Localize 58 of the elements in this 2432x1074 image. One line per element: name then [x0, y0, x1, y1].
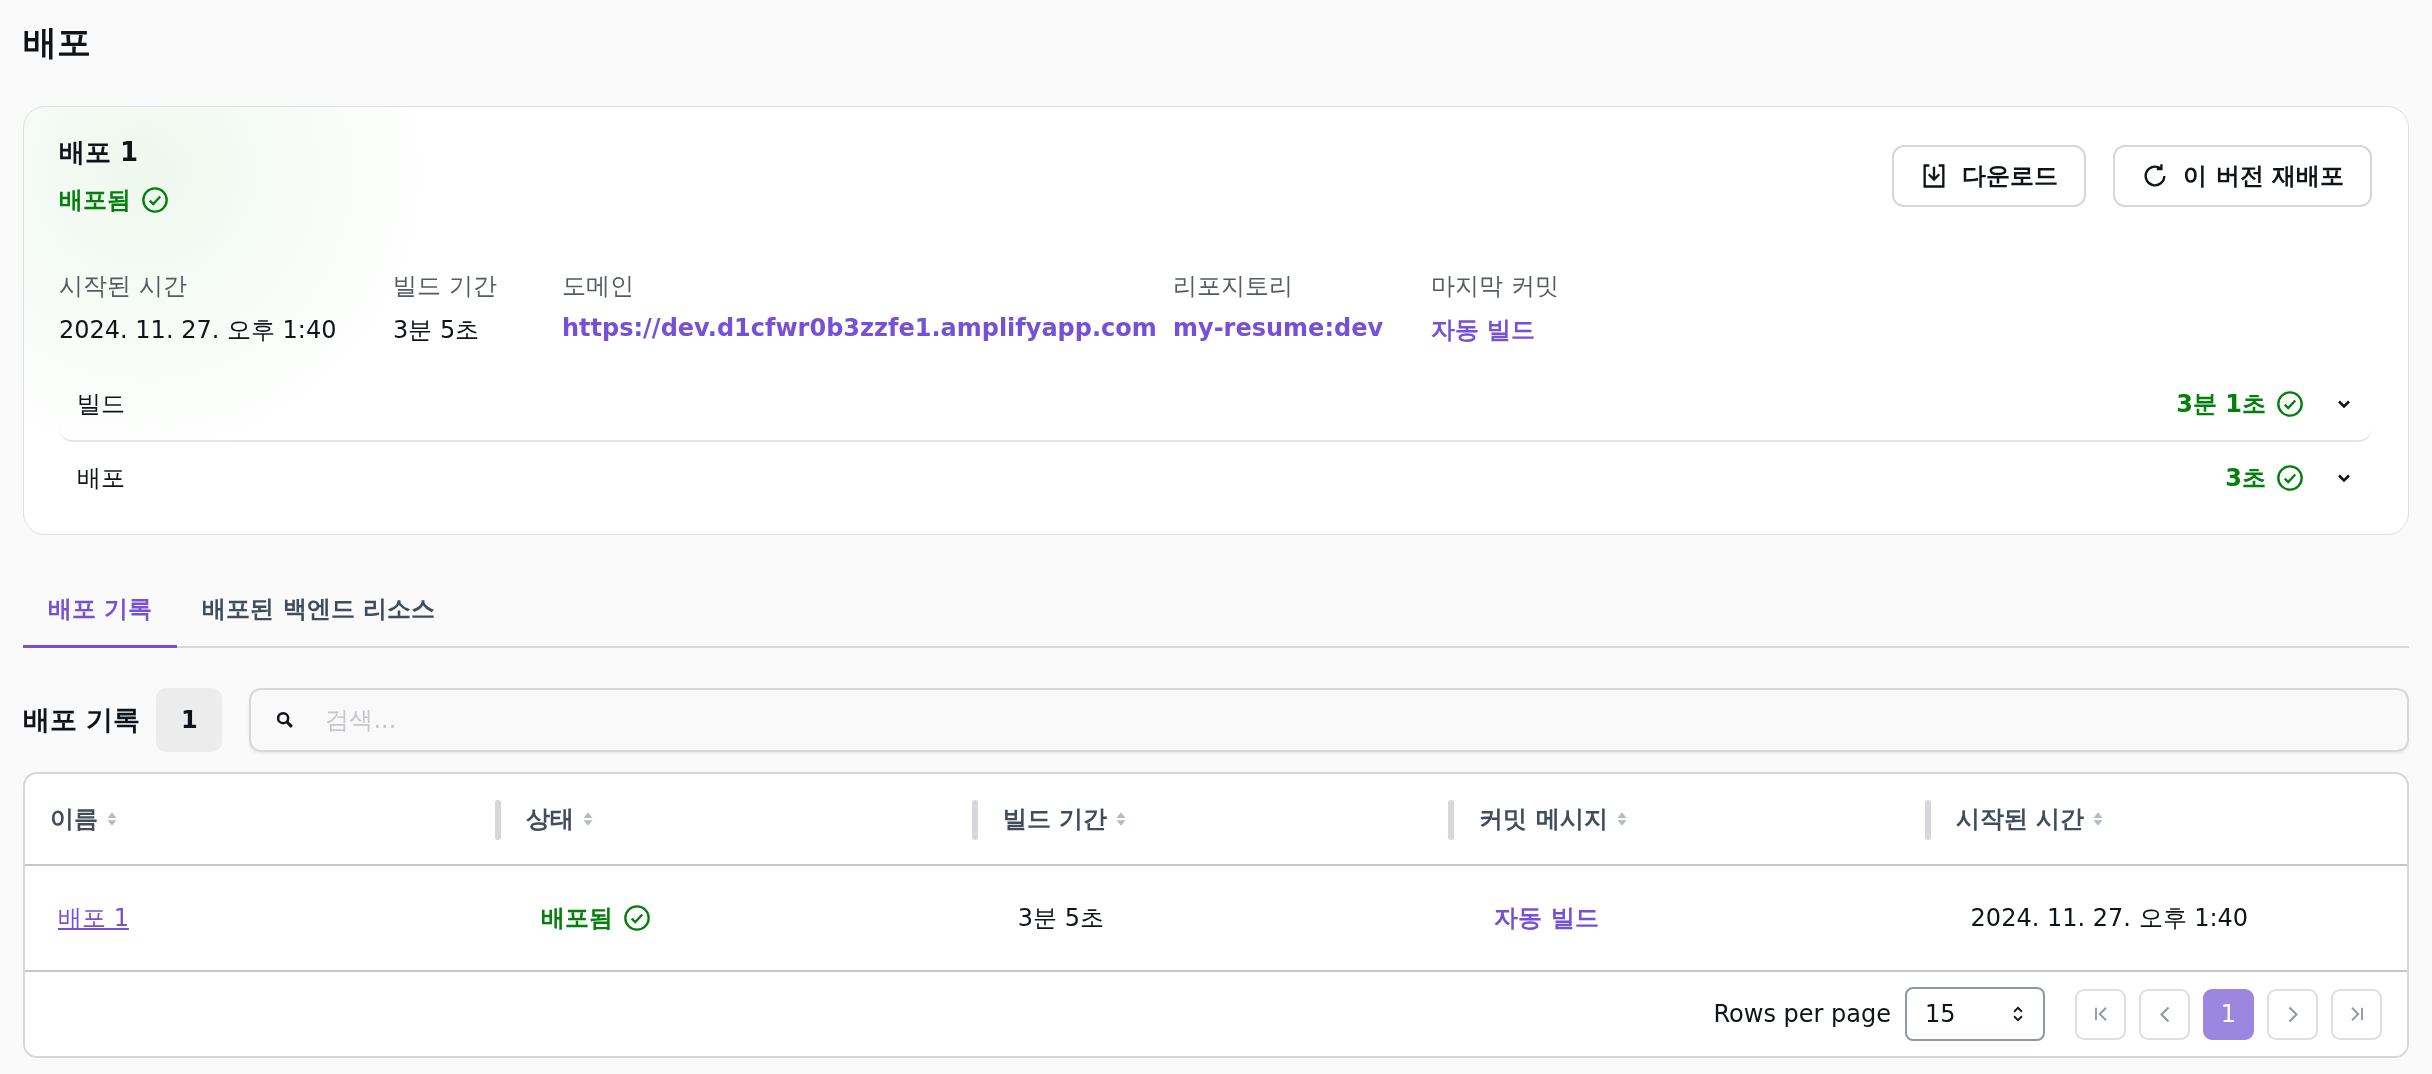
section-title: 배포 기록	[23, 703, 141, 737]
rows-per-page-label: Rows per page	[1713, 1000, 1891, 1028]
sort-icon[interactable]	[1115, 810, 1128, 828]
sort-icon[interactable]	[106, 810, 118, 828]
field-value: 2024. 11. 27. 오후 1:40	[59, 315, 338, 346]
field-label: 마지막 커밋	[1431, 271, 1559, 302]
redeploy-button[interactable]: 이 버전 재배포	[2113, 145, 2372, 207]
check-circle-icon	[2276, 390, 2304, 418]
deployment-link[interactable]: 배포 1	[58, 902, 129, 934]
column-header[interactable]: 이름	[50, 803, 98, 835]
field-link[interactable]: https://dev.d1cfwr0b3zzfe1.amplifyapp.com	[562, 314, 1173, 342]
field-label: 시작된 시간	[59, 271, 188, 302]
step-duration: 3분 1초	[2176, 389, 2266, 420]
check-circle-icon	[623, 904, 652, 932]
deployment-title: 배포 1	[59, 136, 140, 169]
tab[interactable]: 배포된 백엔드 리소스	[177, 575, 461, 648]
column-header[interactable]: 상태	[526, 803, 575, 835]
check-circle-icon	[141, 186, 169, 214]
chevron-right-icon	[2287, 1005, 2298, 1023]
column-header[interactable]: 빌드 기간	[1002, 803, 1108, 835]
step-name: 배포	[77, 463, 125, 494]
last-page-button[interactable]	[2331, 988, 2382, 1040]
step-name: 빌드	[77, 389, 125, 420]
next-page-button[interactable]	[2267, 988, 2318, 1040]
up-down-caret-icon	[2011, 1005, 2025, 1023]
rows-per-page-select[interactable]: 15	[1905, 987, 2045, 1041]
table-cell-text: 2024. 11. 27. 오후 1:40	[1970, 903, 2249, 934]
status-text: 배포됨	[541, 903, 614, 934]
chevron-left-icon	[2159, 1005, 2170, 1023]
column-header[interactable]: 커밋 메시지	[1479, 803, 1608, 835]
sort-icon[interactable]	[1615, 810, 1628, 828]
first-page-button[interactable]	[2075, 988, 2126, 1040]
check-circle-icon	[2276, 464, 2304, 492]
step-duration: 3초	[2225, 463, 2266, 494]
sort-icon[interactable]	[582, 810, 595, 828]
column-resizer[interactable]	[1448, 800, 1455, 840]
field-label: 빌드 기간	[393, 271, 498, 302]
page-title: 배포	[23, 21, 92, 64]
column-header[interactable]: 시작된 시간	[1955, 803, 2084, 835]
step-row[interactable]: 빌드 3분 1초	[59, 368, 2372, 442]
count-badge: 1	[156, 688, 223, 752]
search-icon	[275, 710, 296, 730]
previous-page-button[interactable]	[2139, 988, 2190, 1040]
field-value: 3분 5초	[393, 315, 481, 346]
field-label: 도메인	[562, 271, 635, 302]
field-label: 리포지토리	[1173, 271, 1294, 302]
column-resizer[interactable]	[971, 800, 978, 840]
step-row[interactable]: 배포 3초	[59, 442, 2372, 514]
column-resizer[interactable]	[495, 800, 502, 840]
sort-icon[interactable]	[2091, 810, 2104, 828]
field-link[interactable]: 자동 빌드	[1431, 314, 1559, 346]
tab[interactable]: 배포 기록	[23, 575, 178, 648]
table-cell-text: 3분 5초	[1017, 903, 1104, 934]
commit-link[interactable]: 자동 빌드	[1494, 902, 1599, 934]
download-button[interactable]: 다운로드	[1892, 145, 2087, 207]
column-resizer[interactable]	[1924, 800, 1931, 840]
status-text: 배포됨	[59, 185, 131, 216]
field-link[interactable]: my-resume:dev	[1173, 314, 1431, 342]
